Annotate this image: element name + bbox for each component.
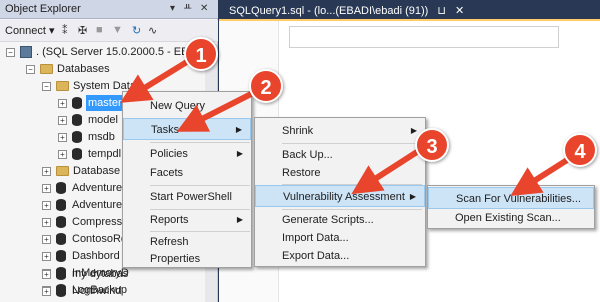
annotation-arrow-1: [120, 57, 192, 103]
step-badge-4: 4: [563, 133, 597, 167]
annotation-arrows: [120, 57, 577, 197]
annotation-arrow-2: [176, 89, 257, 132]
step-badge-3: 3: [415, 128, 449, 162]
step-badge-2: 2: [249, 69, 283, 103]
step-badge-1: 1: [184, 37, 218, 71]
annotation-arrow-3: [351, 147, 422, 195]
